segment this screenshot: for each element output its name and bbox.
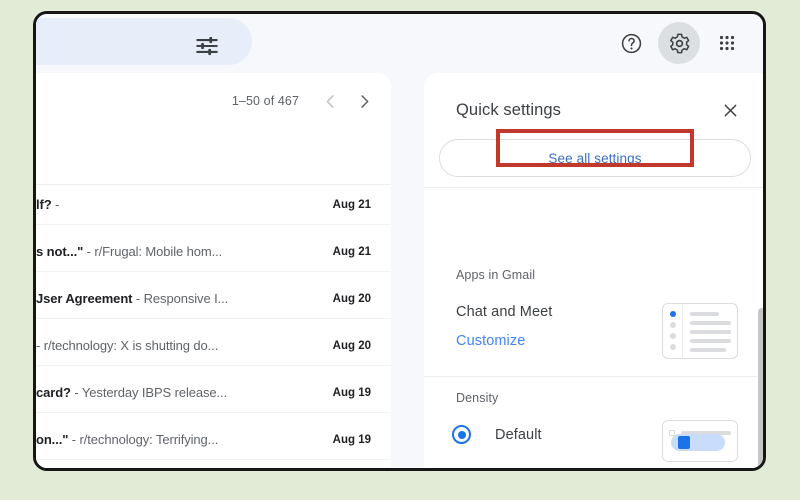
mail-row-date: Aug 20 [332, 292, 371, 305]
mail-row[interactable]: was granted access to your Go...Aug 19 [36, 467, 391, 468]
customize-link[interactable]: Customize [456, 333, 525, 349]
see-all-settings-button[interactable]: See all settings [439, 139, 751, 177]
density-default-label: Default [495, 426, 542, 443]
preview-dot [669, 344, 676, 350]
quick-settings-panel: Quick settings See all settings Apps in … [424, 73, 763, 468]
preview-line [690, 330, 731, 334]
chat-and-meet-label: Chat and Meet [456, 304, 553, 320]
mail-row[interactable]: lf? - Aug 21 [36, 185, 391, 225]
apps-section-label: Apps in Gmail [456, 268, 536, 282]
density-option-default[interactable]: Default [452, 425, 542, 444]
preview-line [690, 339, 731, 343]
mail-row[interactable]: on..." - r/technology: Terrifying... Aug … [36, 420, 391, 460]
mail-row-subject: card? - Yesterday IBPS release... [36, 385, 228, 400]
mail-row[interactable]: s not..." - r/Frugal: Mobile hom... Aug 2… [36, 232, 391, 272]
pagination: 1–50 of 467 [232, 86, 379, 116]
preview-dot [669, 333, 676, 339]
mail-row-subject: on..." - r/technology: Terrifying... [36, 432, 219, 447]
panel-header: Quick settings See all settings [424, 73, 763, 187]
radio-default[interactable] [452, 425, 471, 444]
mail-row-date: Aug 21 [332, 245, 371, 258]
app-header [36, 14, 763, 73]
mail-row[interactable]: card? - Yesterday IBPS release... Aug 19 [36, 373, 391, 413]
mail-list-toolbar: 1–50 of 467 [36, 73, 391, 127]
mail-row-date: Aug 19 [332, 433, 371, 446]
preview-line [690, 321, 731, 325]
chevron-left-icon[interactable] [315, 86, 345, 116]
mail-row-subject: s not..." - r/Frugal: Mobile hom... [36, 244, 223, 259]
page-title: Quick settings [456, 101, 562, 119]
preview-line [690, 348, 727, 352]
panel-divider-2 [424, 376, 763, 377]
apps-grid-icon[interactable] [706, 22, 748, 64]
mail-row-subject: lf? - [36, 197, 60, 212]
preview-selected-icon [678, 436, 690, 449]
browser-window: 1–50 of 467 lf? - Aug 21 s not..." - r/Fru… [33, 11, 766, 471]
panel-scrollbar[interactable] [758, 308, 763, 468]
mail-row-date: Aug 21 [332, 198, 371, 211]
preview-rail [663, 304, 683, 358]
mail-list: 1–50 of 467 lf? - Aug 21 s not..." - r/Fru… [36, 73, 391, 468]
panel-body: Apps in Gmail Chat and Meet Customize De… [424, 188, 763, 468]
tune-icon[interactable] [194, 33, 220, 59]
preview-dot [669, 322, 676, 328]
preview-selected-pill [671, 434, 725, 451]
mail-row-subject: - r/technology: X is shutting do... [36, 338, 219, 353]
mail-row-date: Aug 20 [332, 339, 371, 352]
see-all-settings-label: See all settings [548, 150, 642, 166]
preview-line [690, 312, 719, 316]
chat-and-meet-preview-icon[interactable] [662, 303, 738, 359]
mail-row-subject: Jser Agreement - Responsive I... [36, 291, 229, 306]
header-actions [610, 22, 748, 64]
preview-lines [683, 304, 737, 358]
density-default-preview-icon[interactable] [662, 420, 738, 462]
mail-row-date: Aug 19 [332, 386, 371, 399]
search-bar[interactable] [36, 18, 252, 65]
close-icon[interactable] [715, 95, 745, 125]
pagination-range: 1–50 of 467 [231, 94, 299, 108]
mail-row[interactable]: Jser Agreement - Responsive I... Aug 20 [36, 279, 391, 319]
mail-row[interactable]: - r/technology: X is shutting do... Aug 2… [36, 326, 391, 366]
main-area: 1–50 of 467 lf? - Aug 21 s not..." - r/Fru… [36, 73, 763, 468]
preview-dot-active [669, 311, 676, 317]
chevron-right-icon[interactable] [349, 86, 379, 116]
gear-icon[interactable] [658, 22, 700, 64]
help-circle-icon[interactable] [610, 22, 652, 64]
density-section-label: Density [456, 391, 499, 405]
